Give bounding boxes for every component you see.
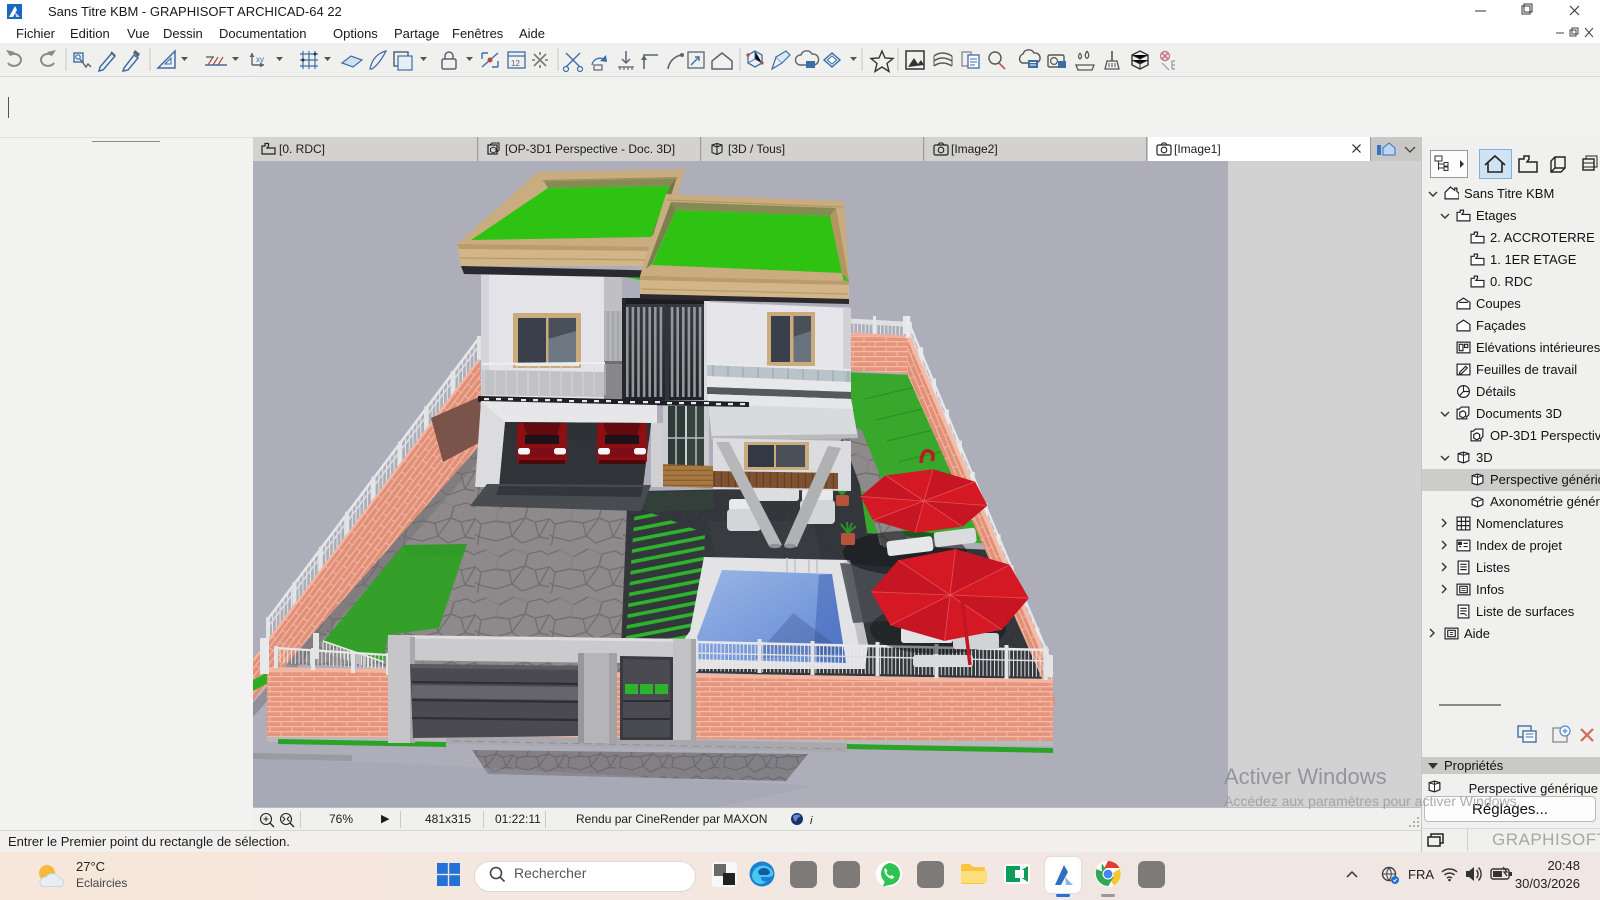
svg-text:i: i — [810, 815, 813, 827]
svg-text:12: 12 — [511, 59, 520, 68]
